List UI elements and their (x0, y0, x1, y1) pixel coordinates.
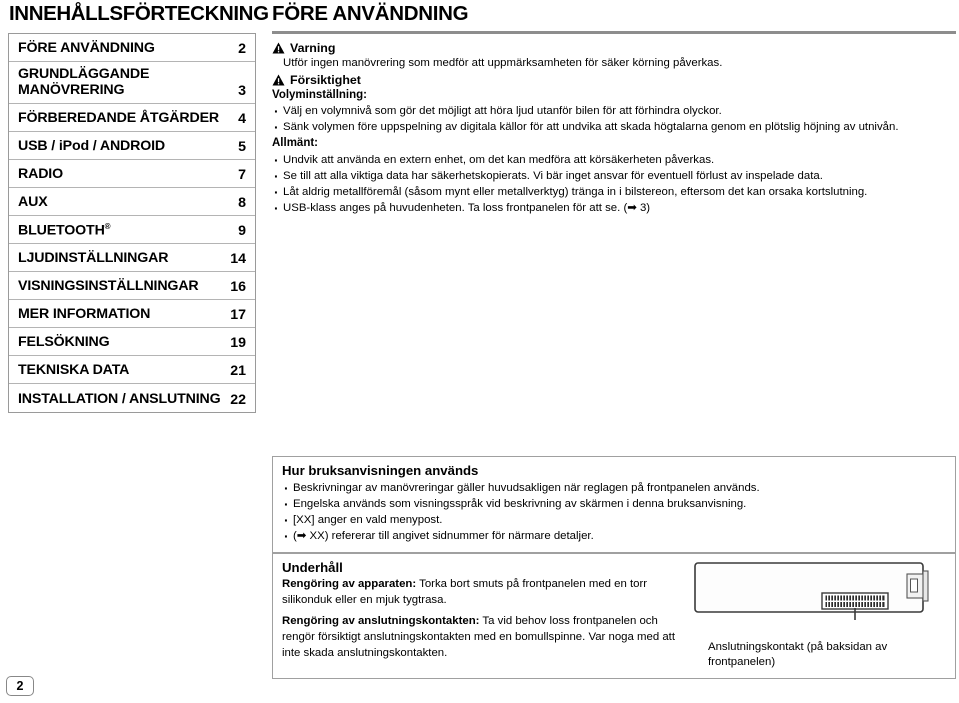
warning-body-text: Utför ingen manövrering som medför att u… (283, 56, 723, 69)
general-bullet-list: Undvik att använda en extern enhet, om d… (272, 151, 956, 218)
toc-entry-page: 4 (238, 111, 246, 127)
toc-entry-page: 17 (230, 307, 246, 323)
list-item: Beskrivningar av manövreringar gäller hu… (282, 479, 946, 498)
maintenance-box: Underhåll Rengöring av apparaten: Torka … (272, 553, 956, 680)
general-subheading: Allmänt: (272, 137, 318, 150)
caution-triangle-icon (272, 74, 285, 86)
toc-entry-label: INSTALLATION / ANSLUTNING (18, 391, 221, 408)
maintenance-paragraph-device: Rengöring av apparaten: Torka bort smuts… (282, 577, 682, 608)
list-item: Undvik att använda en extern enhet, om d… (272, 151, 956, 170)
list-item: Välj en volymnivå som gör det möjligt at… (272, 102, 956, 121)
how-to-bullet-list: Beskrivningar av manövreringar gäller hu… (282, 479, 946, 546)
how-to-use-manual-box: Hur bruksanvisningen används Beskrivning… (272, 456, 956, 554)
front-panel-diagram-icon (694, 562, 929, 620)
toc-entry-page: 14 (230, 251, 246, 267)
maintenance-title: Underhåll (282, 560, 343, 575)
toc-entry-label: VISNINGSINSTÄLLNINGAR (18, 278, 199, 295)
how-to-use-manual-title: Hur bruksanvisningen används (282, 463, 479, 478)
toc-entry-page: 22 (230, 392, 246, 408)
maintenance-paragraph-connector: Rengöring av anslutningskontakten: Ta vi… (282, 614, 682, 661)
toc-entry-forberedande-atgarder[interactable]: FÖRBEREDANDE ÅTGÄRDER 4 (9, 104, 255, 132)
toc-entry-fore-anvandning[interactable]: FÖRE ANVÄNDNING 2 (9, 34, 255, 62)
toc-entry-aux[interactable]: AUX 8 (9, 188, 255, 216)
how-to-use-manual-section: Hur bruksanvisningen används Beskrivning… (272, 456, 956, 554)
caution-heading-row: Försiktighet (272, 73, 956, 87)
maintenance-lead-connector: Rengöring av anslutningskontakten: (282, 615, 480, 628)
list-item: Sänk volymen före uppspelning av digital… (272, 118, 956, 137)
toc-entry-tekniska-data[interactable]: TEKNISKA DATA 21 (9, 356, 255, 384)
toc-entry-label: FELSÖKNING (18, 334, 110, 351)
maintenance-text-column: Underhåll Rengöring av apparaten: Torka … (282, 560, 682, 670)
main-content: FÖRE ANVÄNDNING Varning Utför ingen manö… (272, 2, 956, 218)
list-item: Se till att alla viktiga data har säkerh… (272, 167, 956, 186)
list-item: Låt aldrig metallföremål (såsom mynt ell… (272, 183, 956, 202)
toc-entry-page: 8 (238, 195, 246, 211)
toc-entry-label: FÖRBEREDANDE ÅTGÄRDER (18, 110, 219, 127)
page-number-badge: 2 (6, 676, 34, 696)
toc-entry-bluetooth[interactable]: BLUETOOTH® 9 (9, 216, 255, 244)
toc-entry-page: 2 (238, 40, 246, 57)
toc-entry-grundlaggande-manovrering[interactable]: GRUNDLÄGGANDE MANÖVRERING 3 (9, 62, 255, 104)
toc-entry-page: 3 (238, 83, 246, 99)
volume-subheading: Volyminställning: (272, 88, 367, 101)
toc-entry-label: GRUNDLÄGGANDE MANÖVRERING (18, 65, 150, 99)
title-divider (272, 30, 956, 34)
list-item: (➡ XX) refererar till angivet sidnummer … (282, 527, 946, 546)
toc-entry-radio[interactable]: RADIO 7 (9, 160, 255, 188)
toc-entry-label: MER INFORMATION (18, 306, 151, 323)
figure-caption: Anslutningskontakt (på baksidan av front… (708, 641, 888, 669)
list-item: Engelska används som visningsspråk vid b… (282, 495, 946, 514)
toc-entry-mer-information[interactable]: MER INFORMATION 17 (9, 300, 255, 328)
toc-entry-label: FÖRE ANVÄNDNING (18, 39, 155, 56)
toc-entry-label: AUX (18, 194, 48, 211)
toc-entry-page: 16 (230, 279, 246, 295)
toc-entry-page: 21 (230, 363, 246, 379)
toc-entry-installation-anslutning[interactable]: INSTALLATION / ANSLUTNING 22 (9, 384, 255, 412)
list-item: USB-klass anges på huvudenheten. Ta loss… (272, 199, 956, 218)
toc-entry-label: TEKNISKA DATA (18, 362, 130, 379)
registered-trademark-icon: ® (104, 221, 111, 231)
toc-entry-page: 19 (230, 335, 246, 351)
volume-bullet-list: Välj en volymnivå som gör det möjligt at… (272, 102, 956, 137)
toc-entry-usb-ipod-android[interactable]: USB / iPod / ANDROID 5 (9, 132, 255, 160)
toc-entry-label-text: BLUETOOTH (18, 222, 105, 239)
toc-entry-page: 9 (238, 223, 246, 239)
caution-heading-label: Försiktighet (290, 72, 361, 87)
toc-entry-page: 7 (238, 167, 246, 183)
toc-entry-ljudinstallningar[interactable]: LJUDINSTÄLLNINGAR 14 (9, 244, 255, 272)
toc-entry-label: USB / iPod / ANDROID (18, 138, 166, 155)
toc-entry-felsokning[interactable]: FELSÖKNING 19 (9, 328, 255, 356)
toc-entry-label: LJUDINSTÄLLNINGAR (18, 250, 169, 267)
warning-heading-row: Varning (272, 41, 956, 55)
toc-entry-page: 5 (238, 139, 246, 155)
toc-title: INNEHÅLLSFÖRTECKNING (9, 2, 269, 25)
list-item: [XX] anger en vald menypost. (282, 511, 946, 530)
warning-triangle-icon (272, 42, 285, 54)
table-of-contents: INNEHÅLLSFÖRTECKNING FÖRE ANVÄNDNING 2 G… (8, 2, 269, 413)
maintenance-lead-device: Rengöring av apparaten: (282, 577, 417, 590)
manual-page: INNEHÅLLSFÖRTECKNING FÖRE ANVÄNDNING 2 G… (0, 0, 959, 703)
page-title: FÖRE ANVÄNDNING (272, 2, 469, 25)
toc-entry-visningsinstallningar[interactable]: VISNINGSINSTÄLLNINGAR 16 (9, 272, 255, 300)
warning-heading-label: Varning (290, 40, 336, 55)
maintenance-section: Underhåll Rengöring av apparaten: Torka … (272, 553, 956, 680)
front-panel-rear-illustration: Anslutningskontakt (på baksidan av front… (692, 560, 954, 670)
toc-list: FÖRE ANVÄNDNING 2 GRUNDLÄGGANDE MANÖVRER… (8, 32, 256, 413)
toc-entry-label: RADIO (18, 166, 63, 183)
toc-entry-label: BLUETOOTH® (18, 221, 111, 239)
